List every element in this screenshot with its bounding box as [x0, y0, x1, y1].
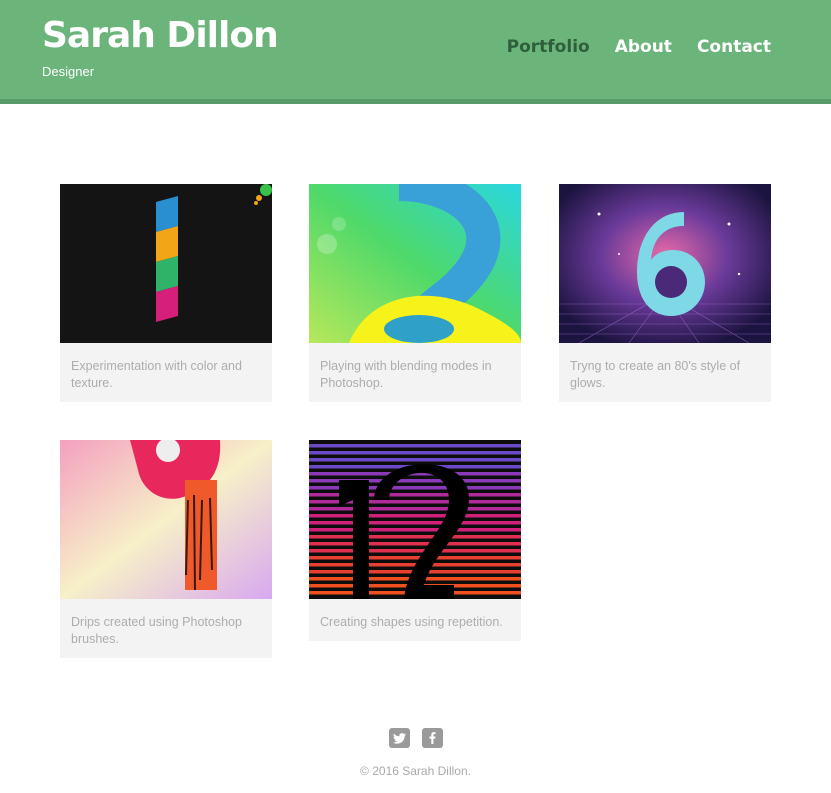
- site-name[interactable]: Sarah Dillon: [42, 14, 279, 58]
- project-thumbnail[interactable]: [309, 184, 521, 343]
- nav-portfolio[interactable]: Portfolio: [507, 37, 590, 57]
- project-thumbnail[interactable]: [60, 440, 272, 599]
- project-thumbnail[interactable]: [309, 440, 521, 599]
- project-thumbnail[interactable]: [60, 184, 272, 343]
- project-thumbnail[interactable]: [559, 184, 771, 343]
- social-links: [0, 728, 831, 748]
- project-caption: Tryng to create an 80's style of glows.: [559, 343, 771, 402]
- facebook-icon[interactable]: [421, 728, 443, 748]
- project-caption: Creating shapes using repetition.: [309, 599, 521, 641]
- project-caption: Drips created using Photoshop brushes.: [60, 599, 272, 658]
- portfolio-card[interactable]: Drips created using Photoshop brushes.: [60, 440, 272, 658]
- nav-contact[interactable]: Contact: [697, 37, 771, 57]
- copyright: © 2016 Sarah Dillon.: [360, 764, 471, 778]
- brand: Sarah Dillon Designer: [42, 14, 279, 79]
- nav-about[interactable]: About: [615, 37, 672, 57]
- portfolio-card[interactable]: Creating shapes using repetition.: [309, 440, 521, 641]
- project-caption: Playing with blending modes in Photoshop…: [309, 343, 521, 402]
- project-caption: Experimentation with color and texture.: [60, 343, 272, 402]
- site-subtitle: Designer: [42, 64, 95, 79]
- portfolio-card[interactable]: Tryng to create an 80's style of glows.: [559, 184, 771, 402]
- site-header: Sarah Dillon Designer Portfolio About Co…: [0, 0, 831, 104]
- main-nav: Portfolio About Contact: [482, 37, 771, 57]
- portfolio-card[interactable]: Experimentation with color and texture.: [60, 184, 272, 402]
- portfolio-card[interactable]: Playing with blending modes in Photoshop…: [309, 184, 521, 402]
- site-footer: © 2016 Sarah Dillon.: [0, 728, 831, 778]
- twitter-icon[interactable]: [388, 728, 410, 748]
